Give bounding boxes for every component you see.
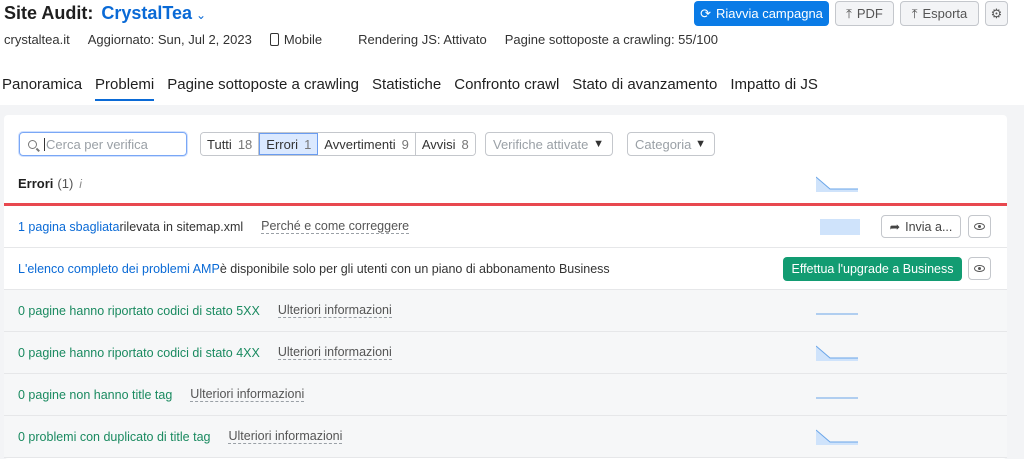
issue-text[interactable]: 0 pagine non hanno title tag <box>18 388 172 402</box>
filter-errors[interactable]: Errori 1 <box>259 133 319 155</box>
pdf-button[interactable]: ⤒ PDF <box>835 1 894 26</box>
restart-label: Riavvia campagna <box>715 6 823 21</box>
tab-issues[interactable]: Problemi <box>95 60 155 101</box>
severity-filter: Tutti 18 Errori 1 Avvertimenti 9 Avvisi … <box>200 132 476 156</box>
trend-bar <box>820 218 860 235</box>
filter-count: 8 <box>461 136 469 152</box>
section-count: (1) <box>57 176 74 191</box>
toggle-visibility-button[interactable] <box>968 215 991 238</box>
tab-bar: Panoramica Problemi Pagine sottoposte a … <box>0 60 1024 105</box>
filter-notices[interactable]: Avvisi 8 <box>415 133 475 155</box>
issue-row: 0 problemi con duplicato di title tag Ul… <box>4 416 1007 458</box>
issue-link[interactable]: L'elenco completo dei problemi AMP <box>18 262 220 276</box>
filter-label: Avvertimenti <box>324 136 396 152</box>
trend-sparkline <box>816 176 858 192</box>
section-title-text: Errori <box>18 176 54 191</box>
section-title: Errori (1) i <box>18 176 82 191</box>
issue-text: è disponibile solo per gli utenti con un… <box>219 261 610 276</box>
filter-label: Errori <box>266 136 299 152</box>
filter-count: 9 <box>401 136 409 152</box>
upgrade-button[interactable]: Effettua l'upgrade a Business <box>783 256 962 281</box>
issue-link[interactable]: 1 pagina sbagliata <box>18 220 119 234</box>
filter-all[interactable]: Tutti 18 <box>201 133 260 155</box>
export-button[interactable]: ⤒ Esporta <box>900 1 979 26</box>
tab-compare-crawls[interactable]: Confronto crawl <box>454 60 559 101</box>
issue-row: 0 pagine hanno riportato codici di stato… <box>4 332 1007 374</box>
category-dropdown[interactable]: Categoria ▼ <box>627 132 715 156</box>
tab-progress[interactable]: Stato di avanzamento <box>572 60 717 101</box>
help-link[interactable]: Ulteriori informazioni <box>228 429 343 444</box>
export-label: Esporta <box>922 6 968 21</box>
issue-row: 1 pagina sbagliata rilevata in sitemap.x… <box>4 206 1007 248</box>
info-icon[interactable]: i <box>79 177 82 191</box>
issue-row: L'elenco completo dei problemi AMP è dis… <box>4 248 1007 290</box>
search-icon <box>28 139 37 149</box>
crawled-label: Pagine sottoposte a crawling: 55/100 <box>504 32 718 47</box>
restart-campaign-button[interactable]: ⟳ Riavvia campagna <box>694 1 829 26</box>
issues-panel: Cerca per verifica Tutti 18 Errori 1 Avv… <box>4 115 1007 459</box>
help-link[interactable]: Perché e come correggere <box>261 219 410 234</box>
device-label: Mobile <box>269 32 340 47</box>
page-header: Site Audit: CrystalTea ⌄ crystaltea.it A… <box>0 0 1024 60</box>
chevron-down-icon: ▼ <box>593 138 604 150</box>
send-to-button[interactable]: ➦ Invia a... <box>881 215 961 238</box>
tab-statistics[interactable]: Statistiche <box>372 60 441 101</box>
eye-icon <box>974 265 985 272</box>
title-row: Site Audit: CrystalTea ⌄ <box>4 3 206 24</box>
filter-count: 1 <box>304 136 312 152</box>
checks-dropdown-label: Verifiche attivate <box>493 136 589 152</box>
domain-label: crystaltea.it <box>4 32 70 47</box>
pdf-label: PDF <box>856 6 883 21</box>
page-title: Site Audit: <box>4 3 94 23</box>
issue-text[interactable]: 0 problemi con duplicato di title tag <box>18 430 210 444</box>
phone-icon <box>269 33 279 46</box>
text-caret <box>44 137 45 151</box>
eye-icon <box>974 223 985 230</box>
chevron-down-icon: ▼ <box>695 138 706 150</box>
filter-label: Avvisi <box>421 136 456 152</box>
trend-sparkline <box>816 429 858 445</box>
meta-row: crystaltea.it Aggiornato: Sun, Jul 2, 20… <box>4 32 736 47</box>
trend-sparkline <box>816 397 858 399</box>
checks-dropdown[interactable]: Verifiche attivate ▼ <box>485 132 613 156</box>
share-icon: ➦ <box>889 220 901 234</box>
search-input[interactable]: Cerca per verifica <box>19 132 187 156</box>
issue-text[interactable]: 0 pagine hanno riportato codici di stato… <box>18 304 260 318</box>
filter-warnings[interactable]: Avvertimenti 9 <box>318 133 416 155</box>
trend-sparkline <box>816 345 858 361</box>
issue-text: rilevata in sitemap.xml <box>119 219 244 234</box>
gear-icon: ⚙ <box>990 5 1003 21</box>
tab-overview[interactable]: Panoramica <box>2 60 82 101</box>
issue-row: 0 pagine non hanno title tag Ulteriori i… <box>4 374 1007 416</box>
settings-button[interactable]: ⚙ <box>985 1 1008 26</box>
device-text: Mobile <box>283 32 323 47</box>
filter-count: 18 <box>237 136 253 152</box>
trend-sparkline <box>816 313 858 315</box>
toggle-visibility-button[interactable] <box>968 257 991 280</box>
project-selector[interactable]: CrystalTea <box>101 3 192 24</box>
help-link[interactable]: Ulteriori informazioni <box>277 345 392 360</box>
send-label: Invia a... <box>905 219 953 234</box>
refresh-icon: ⟳ <box>700 5 711 21</box>
tab-crawled-pages[interactable]: Pagine sottoposte a crawling <box>167 60 359 101</box>
issue-text[interactable]: 0 pagine hanno riportato codici di stato… <box>18 346 260 360</box>
rendering-label: Rendering JS: Attivato <box>358 32 487 47</box>
tab-js-impact[interactable]: Impatto di JS <box>730 60 818 101</box>
chevron-down-icon[interactable]: ⌄ <box>196 8 206 22</box>
filter-label: Tutti <box>207 136 232 152</box>
category-dropdown-label: Categoria <box>635 136 692 152</box>
issue-row: 0 pagine hanno riportato codici di stato… <box>4 290 1007 332</box>
upload-icon: ⤒ <box>846 5 852 21</box>
help-link[interactable]: Ulteriori informazioni <box>277 303 392 318</box>
updated-label: Aggiornato: Sun, Jul 2, 2023 <box>87 32 252 47</box>
help-link[interactable]: Ulteriori informazioni <box>190 387 305 402</box>
search-placeholder: Cerca per verifica <box>46 136 148 152</box>
upload-icon: ⤒ <box>911 5 918 21</box>
